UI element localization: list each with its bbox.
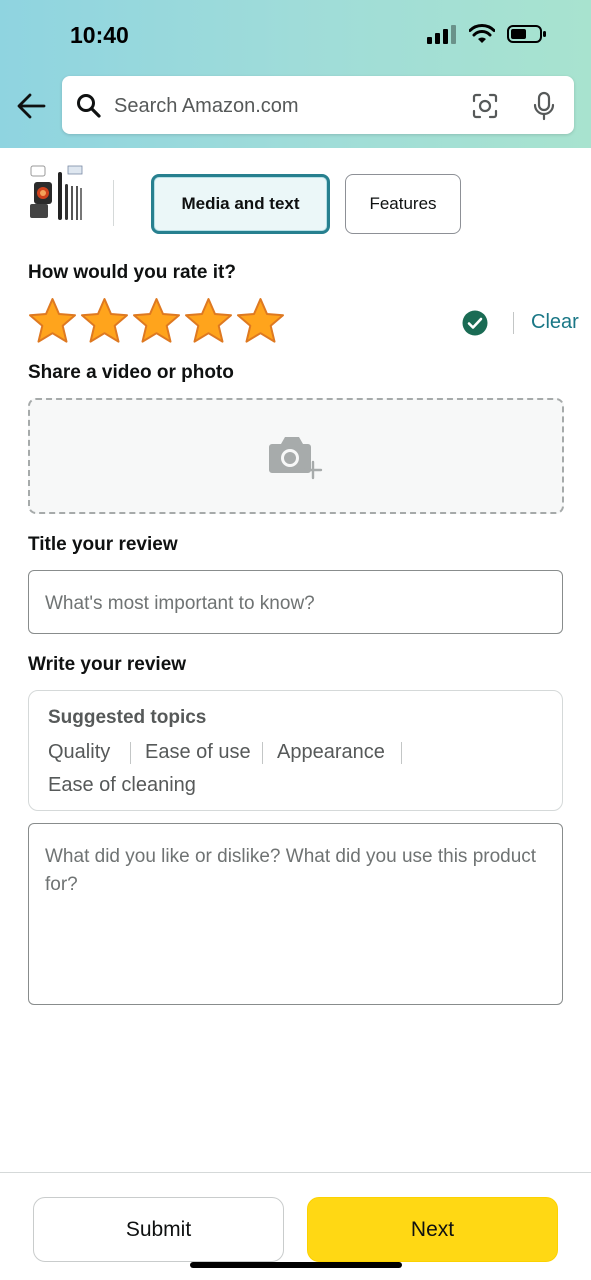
topic-quality[interactable]: Quality bbox=[48, 741, 110, 764]
star-icon[interactable] bbox=[235, 297, 286, 345]
tab-media-and-text[interactable]: Media and text bbox=[151, 174, 330, 234]
star-rating[interactable] bbox=[27, 297, 286, 345]
suggested-topics-title: Suggested topics bbox=[48, 707, 207, 728]
title-heading: Title your review bbox=[28, 534, 178, 555]
checkmark-circle-icon bbox=[462, 310, 488, 336]
star-icon[interactable] bbox=[79, 297, 130, 345]
tab-media-and-text-label: Media and text bbox=[181, 194, 300, 213]
search-input[interactable]: Search Amazon.com bbox=[114, 95, 299, 118]
topic-separator bbox=[401, 742, 402, 764]
status-icons bbox=[427, 24, 547, 44]
wifi-icon bbox=[469, 24, 495, 43]
topic-separator bbox=[130, 742, 131, 764]
clear-rating-link[interactable]: Clear bbox=[531, 311, 579, 334]
search-icon bbox=[77, 94, 101, 118]
add-photo-camera-icon bbox=[269, 437, 323, 480]
submit-button-label: Submit bbox=[125, 1217, 192, 1241]
star-icon[interactable] bbox=[131, 297, 182, 345]
rating-heading: How would you rate it? bbox=[28, 262, 236, 283]
product-thumbnail bbox=[30, 165, 83, 220]
star-icon[interactable] bbox=[27, 297, 78, 345]
topic-separator bbox=[262, 742, 263, 764]
search-bar[interactable]: Search Amazon.com bbox=[62, 76, 574, 134]
thumbnail-divider bbox=[113, 180, 114, 226]
write-review-heading: Write your review bbox=[28, 654, 187, 675]
next-button-label: Next bbox=[410, 1217, 455, 1241]
upload-media-area[interactable] bbox=[28, 398, 564, 514]
topic-appearance[interactable]: Appearance bbox=[277, 741, 385, 764]
submit-button[interactable]: Submit bbox=[33, 1197, 284, 1262]
media-heading: Share a video or photo bbox=[28, 362, 234, 383]
footer-divider bbox=[0, 1172, 591, 1173]
back-arrow-icon[interactable] bbox=[16, 92, 46, 120]
tab-features[interactable]: Features bbox=[345, 174, 461, 234]
camera-lens-icon[interactable] bbox=[472, 93, 498, 119]
clear-separator bbox=[513, 312, 514, 334]
status-time: 10:40 bbox=[70, 22, 129, 48]
app-header: 10:40 Search Amazon.com bbox=[0, 0, 591, 148]
topic-ease-of-cleaning[interactable]: Ease of cleaning bbox=[48, 774, 196, 797]
review-title-input[interactable]: What's most important to know? bbox=[28, 570, 563, 634]
star-icon[interactable] bbox=[183, 297, 234, 345]
next-button[interactable]: Next bbox=[307, 1197, 558, 1262]
microphone-icon[interactable] bbox=[532, 91, 556, 121]
signal-icon bbox=[427, 25, 456, 44]
battery-icon bbox=[507, 25, 546, 43]
review-body-input[interactable]: What did you like or dislike? What did y… bbox=[28, 823, 563, 1005]
home-indicator bbox=[190, 1262, 402, 1268]
tab-features-label: Features bbox=[369, 194, 437, 213]
topic-ease-of-use[interactable]: Ease of use bbox=[145, 741, 251, 764]
suggested-topics-box: Suggested topics Quality Ease of use App… bbox=[28, 690, 563, 811]
